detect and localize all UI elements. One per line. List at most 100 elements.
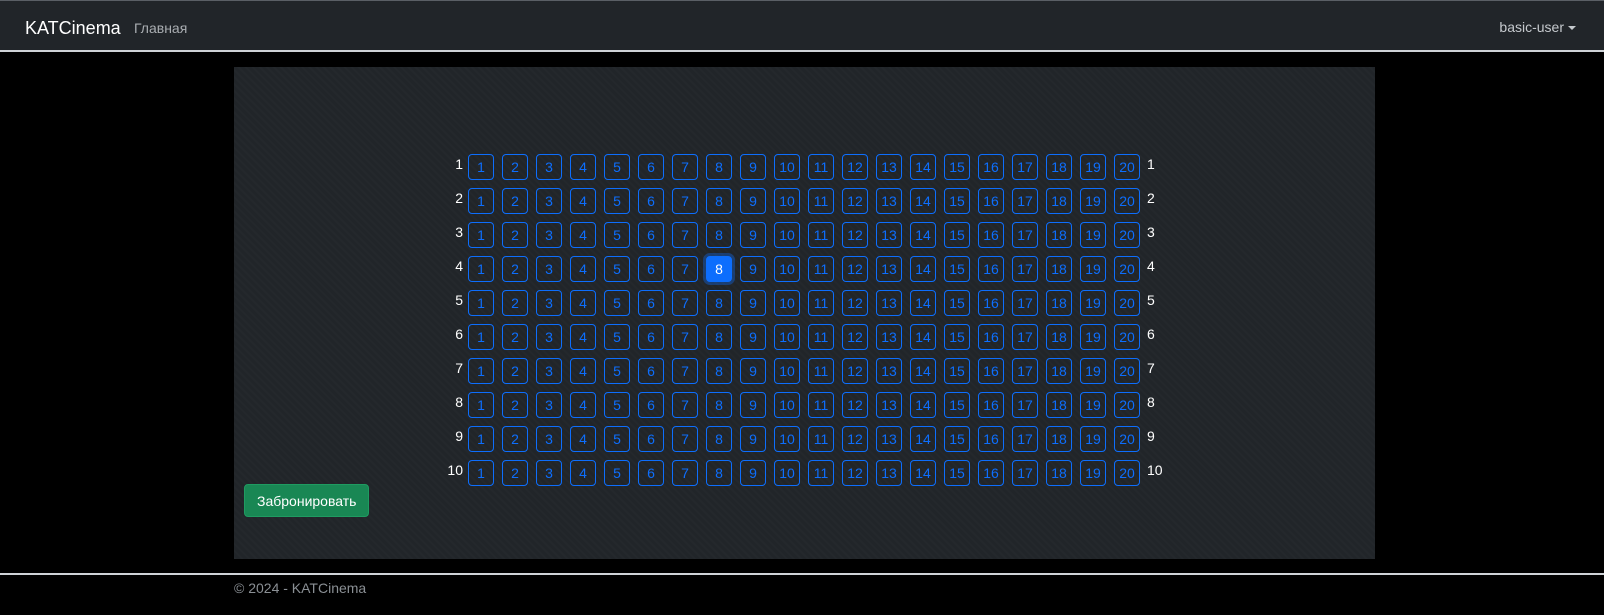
seat-button[interactable]: 2 — [502, 358, 528, 384]
seat-button[interactable]: 10 — [774, 358, 800, 384]
seat-button[interactable]: 5 — [604, 324, 630, 350]
seat-button[interactable]: 16 — [978, 256, 1004, 282]
seat-button[interactable]: 5 — [604, 290, 630, 316]
seat-button[interactable]: 13 — [876, 426, 902, 452]
seat-button[interactable]: 15 — [944, 188, 970, 214]
seat-button[interactable]: 7 — [672, 426, 698, 452]
seat-button[interactable]: 7 — [672, 324, 698, 350]
seat-button[interactable]: 6 — [638, 324, 664, 350]
seat-button[interactable]: 19 — [1080, 392, 1106, 418]
seat-button[interactable]: 1 — [468, 290, 494, 316]
seat-button[interactable]: 7 — [672, 392, 698, 418]
seat-button[interactable]: 11 — [808, 222, 834, 248]
seat-button[interactable]: 18 — [1046, 426, 1072, 452]
seat-button[interactable]: 5 — [604, 460, 630, 486]
seat-button[interactable]: 18 — [1046, 324, 1072, 350]
seat-button[interactable]: 17 — [1012, 460, 1038, 486]
seat-button[interactable]: 15 — [944, 256, 970, 282]
seat-button[interactable]: 12 — [842, 188, 868, 214]
seat-button[interactable]: 1 — [468, 324, 494, 350]
seat-button[interactable]: 2 — [502, 460, 528, 486]
seat-button[interactable]: 19 — [1080, 290, 1106, 316]
seat-button[interactable]: 13 — [876, 290, 902, 316]
seat-button[interactable]: 2 — [502, 222, 528, 248]
seat-button[interactable]: 3 — [536, 426, 562, 452]
seat-button[interactable]: 11 — [808, 154, 834, 180]
seat-button[interactable]: 20 — [1114, 222, 1140, 248]
seat-button[interactable]: 20 — [1114, 426, 1140, 452]
seat-button[interactable]: 14 — [910, 188, 936, 214]
seat-button[interactable]: 12 — [842, 256, 868, 282]
seat-button[interactable]: 9 — [740, 290, 766, 316]
seat-button[interactable]: 17 — [1012, 154, 1038, 180]
seat-button[interactable]: 15 — [944, 154, 970, 180]
seat-button[interactable]: 6 — [638, 188, 664, 214]
seat-button[interactable]: 19 — [1080, 256, 1106, 282]
seat-button[interactable]: 16 — [978, 324, 1004, 350]
seat-button[interactable]: 14 — [910, 154, 936, 180]
seat-button[interactable]: 13 — [876, 188, 902, 214]
seat-button[interactable]: 17 — [1012, 290, 1038, 316]
seat-button[interactable]: 17 — [1012, 222, 1038, 248]
seat-button[interactable]: 13 — [876, 358, 902, 384]
seat-button[interactable]: 16 — [978, 188, 1004, 214]
seat-button[interactable]: 4 — [570, 222, 596, 248]
seat-button[interactable]: 9 — [740, 222, 766, 248]
seat-button[interactable]: 1 — [468, 222, 494, 248]
seat-button[interactable]: 8 — [706, 222, 732, 248]
seat-button[interactable]: 14 — [910, 324, 936, 350]
seat-button[interactable]: 7 — [672, 290, 698, 316]
seat-button[interactable]: 5 — [604, 222, 630, 248]
seat-button[interactable]: 11 — [808, 392, 834, 418]
seat-button[interactable]: 11 — [808, 188, 834, 214]
seat-button[interactable]: 15 — [944, 324, 970, 350]
seat-button[interactable]: 16 — [978, 392, 1004, 418]
seat-button[interactable]: 3 — [536, 222, 562, 248]
seat-button[interactable]: 8 — [706, 188, 732, 214]
seat-button[interactable]: 13 — [876, 222, 902, 248]
seat-button[interactable]: 14 — [910, 392, 936, 418]
seat-button[interactable]: 9 — [740, 426, 766, 452]
seat-button[interactable]: 16 — [978, 290, 1004, 316]
seat-button[interactable]: 4 — [570, 188, 596, 214]
seat-button[interactable]: 7 — [672, 154, 698, 180]
seat-button[interactable]: 19 — [1080, 358, 1106, 384]
seat-button[interactable]: 4 — [570, 256, 596, 282]
seat-button[interactable]: 18 — [1046, 290, 1072, 316]
seat-button[interactable]: 2 — [502, 154, 528, 180]
seat-button[interactable]: 19 — [1080, 222, 1106, 248]
seat-button[interactable]: 20 — [1114, 256, 1140, 282]
seat-button[interactable]: 1 — [468, 154, 494, 180]
seat-button[interactable]: 20 — [1114, 460, 1140, 486]
seat-button[interactable]: 16 — [978, 426, 1004, 452]
seat-button[interactable]: 8 — [706, 154, 732, 180]
seat-button[interactable]: 11 — [808, 290, 834, 316]
seat-button[interactable]: 15 — [944, 392, 970, 418]
seat-button[interactable]: 4 — [570, 290, 596, 316]
seat-button[interactable]: 12 — [842, 392, 868, 418]
seat-button[interactable]: 14 — [910, 358, 936, 384]
seat-button[interactable]: 4 — [570, 460, 596, 486]
seat-button[interactable]: 17 — [1012, 392, 1038, 418]
seat-button[interactable]: 16 — [978, 154, 1004, 180]
seat-button[interactable]: 10 — [774, 324, 800, 350]
seat-button[interactable]: 13 — [876, 392, 902, 418]
seat-button-selected[interactable]: 8 — [706, 256, 732, 282]
seat-button[interactable]: 6 — [638, 392, 664, 418]
seat-button[interactable]: 8 — [706, 392, 732, 418]
seat-button[interactable]: 15 — [944, 222, 970, 248]
seat-button[interactable]: 2 — [502, 188, 528, 214]
seat-button[interactable]: 20 — [1114, 358, 1140, 384]
seat-button[interactable]: 10 — [774, 392, 800, 418]
seat-button[interactable]: 6 — [638, 154, 664, 180]
seat-button[interactable]: 1 — [468, 426, 494, 452]
seat-button[interactable]: 8 — [706, 290, 732, 316]
seat-button[interactable]: 8 — [706, 324, 732, 350]
seat-button[interactable]: 15 — [944, 460, 970, 486]
seat-button[interactable]: 11 — [808, 256, 834, 282]
seat-button[interactable]: 5 — [604, 154, 630, 180]
user-menu-dropdown[interactable]: basic-user — [1499, 18, 1576, 36]
seat-button[interactable]: 18 — [1046, 154, 1072, 180]
seat-button[interactable]: 1 — [468, 188, 494, 214]
seat-button[interactable]: 18 — [1046, 256, 1072, 282]
